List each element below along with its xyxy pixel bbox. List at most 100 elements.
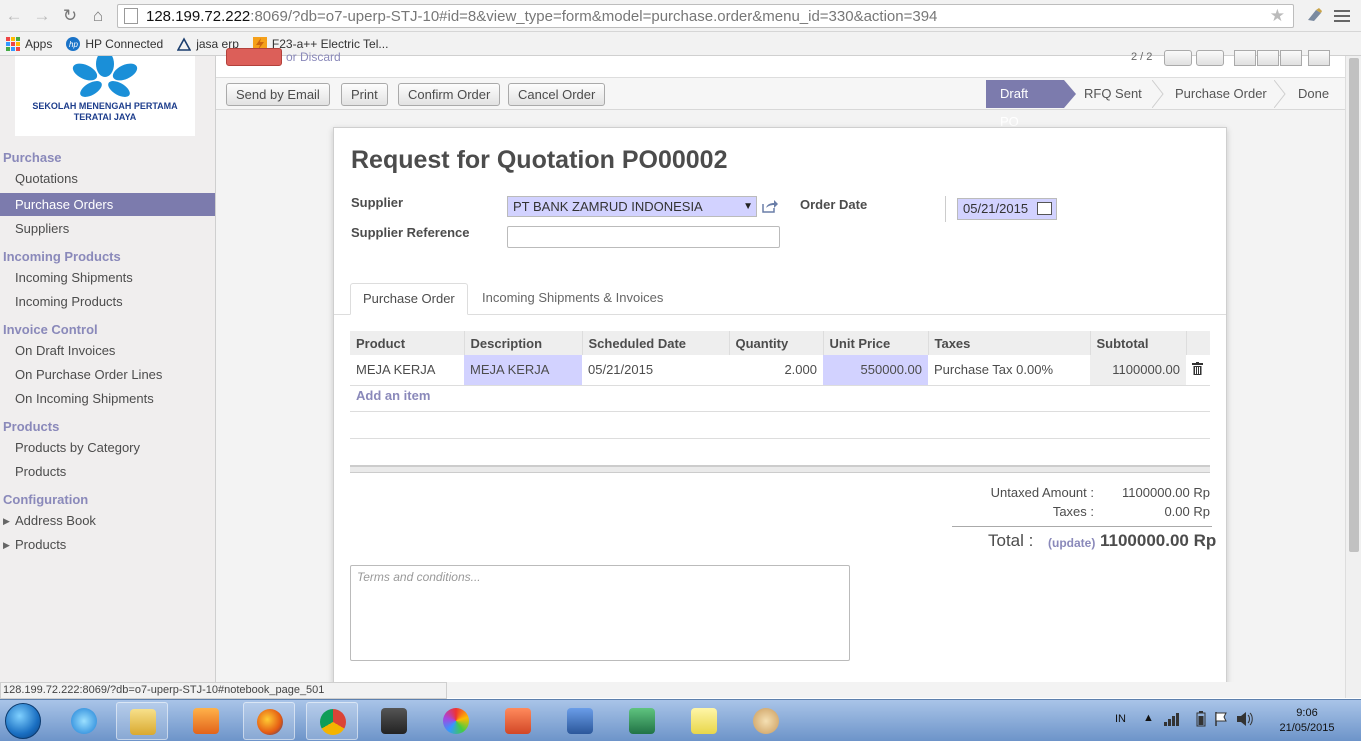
address-bar[interactable]: 128.199.72.222 :8069/?db=o7-uperp-STJ-10… [117,4,1294,28]
volume-icon[interactable] [1236,711,1254,727]
sidebar-item-products-by-category[interactable]: Products by Category [15,440,140,455]
tab-incoming-shipments-invoices[interactable]: Incoming Shipments & Invoices [470,283,675,315]
graph-view-button[interactable] [1280,50,1302,66]
list-view-button[interactable] [1234,50,1256,66]
forward-button[interactable]: → [28,2,56,30]
url-path: :8069/?db=o7-uperp-STJ-10#id=8&view_type… [250,7,938,25]
bookmark-star-icon[interactable]: ★ [1270,6,1285,26]
sidebar-item-on-purchase-order-lines[interactable]: On Purchase Order Lines [15,367,162,382]
reload-button[interactable]: ↻ [56,2,84,30]
home-button[interactable]: ⌂ [84,2,112,30]
cancel-order-button[interactable]: Cancel Order [508,83,606,106]
taskbar-internet-explorer[interactable] [58,702,110,740]
column-unit-price[interactable]: Unit Price [822,331,928,355]
cell-delete[interactable] [1186,355,1210,386]
print-button[interactable]: Print [341,83,388,106]
table-row[interactable]: MEJA KERJA MEJA KERJA 05/21/2015 2.000 5… [350,355,1210,386]
cell-description[interactable]: MEJA KERJA [464,355,582,386]
supplier-reference-input[interactable] [507,226,780,248]
scrollbar[interactable] [1345,56,1361,698]
terms-textarea[interactable]: Terms and conditions... [350,565,850,661]
taskbar-paint[interactable] [740,702,792,740]
add-an-item-link[interactable]: Add an item [356,388,430,403]
form-view-button[interactable] [1257,50,1279,66]
order-date-input[interactable]: 05/21/2015 [957,198,1057,220]
external-link-icon[interactable] [762,199,778,213]
chrome-menu-icon[interactable] [1334,7,1350,23]
dropdown-arrow-icon[interactable]: ▼ [743,197,753,216]
browser-toolbar: ← → ↻ ⌂ 128.199.72.222 :8069/?db=o7-uper… [0,0,1361,32]
expand-caret-icon[interactable]: ▶ [3,516,10,527]
update-totals-link[interactable]: (update) [1048,536,1095,550]
taskbar-powerpoint[interactable] [492,702,544,740]
calendar-view-button[interactable] [1308,50,1330,66]
taskbar-media-player[interactable] [180,702,232,740]
supplier-reference-label: Supplier Reference [351,225,470,240]
show-hidden-icons[interactable]: ▲ [1143,712,1154,724]
trash-icon[interactable] [1192,361,1203,375]
extension-icon[interactable] [1306,6,1324,24]
cell-unit-price[interactable]: 550000.00 [823,355,928,386]
cell-product[interactable]: MEJA KERJA [350,355,464,386]
column-description[interactable]: Description [463,331,582,355]
save-button[interactable] [226,48,282,66]
send-by-email-button[interactable]: Send by Email [226,83,330,106]
sidebar-item-config-products[interactable]: Products [15,537,66,552]
sidebar-item-on-incoming-shipments[interactable]: On Incoming Shipments [15,391,154,406]
taskbar-file-explorer[interactable] [116,702,168,740]
column-product[interactable]: Product [350,331,464,355]
windows-taskbar: IN ▲ 9:06 21/05/2015 [0,699,1361,741]
pager-next-button[interactable] [1196,50,1224,66]
supplier-select[interactable]: PT BANK ZAMRUD INDONESIA ▼ [507,196,757,217]
column-scheduled-date[interactable]: Scheduled Date [581,331,729,355]
start-button[interactable] [5,703,41,739]
section-incoming-products: Incoming Products [3,249,121,264]
system-clock[interactable]: 9:06 21/05/2015 [1272,706,1342,736]
url-host: 128.199.72.222 [146,7,251,25]
taskbar-sticky-notes[interactable] [678,702,730,740]
scrollbar-thumb[interactable] [1349,58,1359,552]
taskbar-picasa[interactable] [430,702,482,740]
sidebar-item-quotations[interactable]: Quotations [15,171,78,186]
action-center-flag-icon[interactable] [1214,711,1228,727]
column-actions [1185,331,1210,355]
pager-previous-button[interactable] [1164,50,1192,66]
sidebar-item-address-book[interactable]: Address Book [15,513,96,528]
taskbar-firefox[interactable] [243,702,295,740]
column-subtotal[interactable]: Subtotal [1089,331,1186,355]
sidebar-item-incoming-shipments[interactable]: Incoming Shipments [15,270,133,285]
expand-caret-icon[interactable]: ▶ [3,540,10,551]
calendar-icon[interactable] [1037,202,1052,215]
back-button[interactable]: ← [0,2,28,30]
column-quantity[interactable]: Quantity [728,331,823,355]
word-icon [567,708,593,734]
sidebar-item-products[interactable]: Products [15,464,66,479]
bookmark-apps[interactable]: Apps [6,36,52,51]
discard-link[interactable]: or Discard [286,50,341,64]
cell-scheduled-date[interactable]: 05/21/2015 [582,355,729,386]
cell-taxes[interactable]: Purchase Tax 0.00% [928,355,1090,386]
sidebar-item-incoming-products[interactable]: Incoming Products [15,294,123,309]
cell-subtotal: 1100000.00 [1090,355,1186,386]
sidebar-item-purchase-orders[interactable]: Purchase Orders [0,193,215,216]
taskbar-media-player-classic[interactable] [368,702,420,740]
tab-purchase-order[interactable]: Purchase Order [350,283,468,315]
taskbar-chrome[interactable] [306,702,358,740]
cell-quantity[interactable]: 2.000 [729,355,823,386]
sidebar-item-on-draft-invoices[interactable]: On Draft Invoices [15,343,115,358]
bookmark-hp-connected[interactable]: hp HP Connected [66,36,163,51]
section-configuration: Configuration [3,492,89,507]
confirm-order-button[interactable]: Confirm Order [398,83,501,106]
stage-purchase-order: Purchase Order [1175,86,1267,101]
battery-icon[interactable] [1196,711,1206,727]
signal-strength-icon[interactable] [1164,712,1180,726]
pager-counter: 2 / 2 [1131,51,1153,63]
column-taxes[interactable]: Taxes [927,331,1090,355]
hp-logo-icon: hp [66,36,81,51]
taskbar-word[interactable] [554,702,606,740]
taskbar-excel[interactable] [616,702,668,740]
status-bar-url: 128.199.72.222:8069/?db=o7-uperp-STJ-10#… [0,682,447,699]
title-prefix: Request for Quotation [351,146,615,174]
sidebar-item-suppliers[interactable]: Suppliers [15,221,69,236]
language-indicator[interactable]: IN [1115,713,1126,725]
